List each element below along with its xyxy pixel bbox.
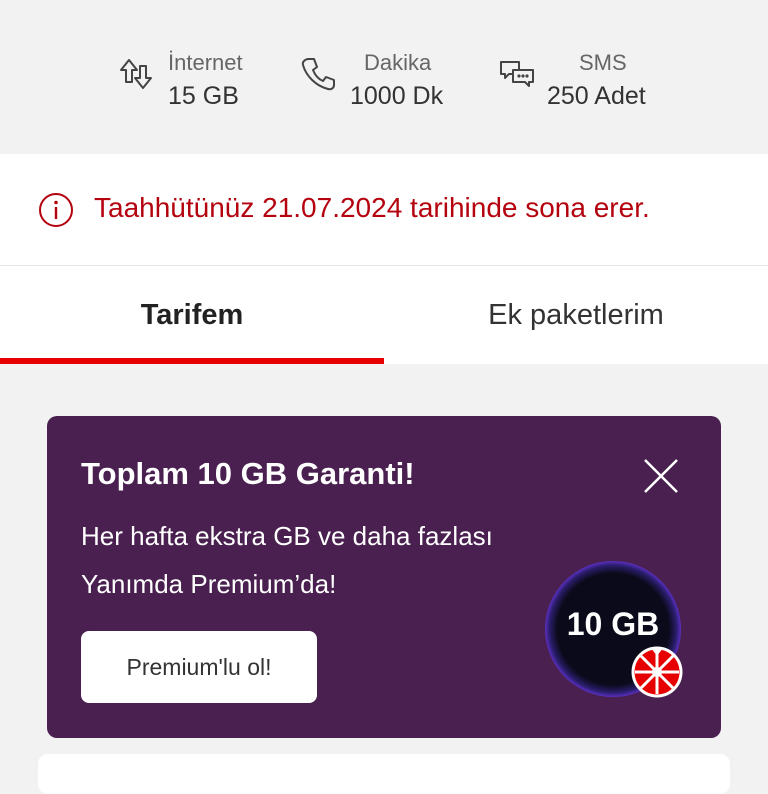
info-icon: [39, 193, 73, 227]
internet-value: 15 GB: [168, 82, 239, 110]
promo-description: Her hafta ekstra GB ve daha fazlası Yanı…: [81, 521, 493, 599]
tab-bar: Tarifem Ek paketlerim: [0, 266, 768, 364]
dakika-label: Dakika: [364, 50, 432, 75]
sms-label: SMS: [579, 50, 627, 75]
tab-ek-paketlerim[interactable]: Ek paketlerim: [384, 266, 768, 364]
badge-text: 10 GB: [566, 606, 660, 642]
wheel-icon: [631, 646, 683, 698]
commitment-notice: Taahhütünüz 21.07.2024 tarihinde sona er…: [0, 154, 768, 266]
next-card: [38, 754, 730, 794]
dakika-value: 1000 Dk: [350, 82, 444, 110]
notice-text: Taahhütünüz 21.07.2024 tarihinde sona er…: [94, 192, 650, 223]
promo-card: Toplam 10 GB Garanti! Her hafta ekstra G…: [47, 416, 721, 738]
sms-value: 250 Adet: [547, 82, 646, 110]
usage-dakika[interactable]: Dakika 1000 Dk: [298, 50, 468, 114]
tab-tarifem[interactable]: Tarifem: [0, 266, 384, 364]
promo-title: Toplam 10 GB Garanti!: [81, 456, 415, 491]
close-icon[interactable]: [641, 456, 681, 496]
internet-label: İnternet: [168, 50, 243, 75]
data-transfer-icon: [120, 59, 152, 89]
phone-icon: [301, 58, 335, 91]
usage-sms[interactable]: SMS 250 Adet: [497, 50, 667, 114]
premium-button[interactable]: Premium'lu ol!: [81, 631, 317, 703]
usage-summary: İnternet 15 GB Dakika 1000 Dk SMS 250 Ad…: [0, 0, 768, 154]
chat-bubbles-icon: [500, 61, 534, 87]
usage-internet[interactable]: İnternet 15 GB: [116, 50, 266, 114]
